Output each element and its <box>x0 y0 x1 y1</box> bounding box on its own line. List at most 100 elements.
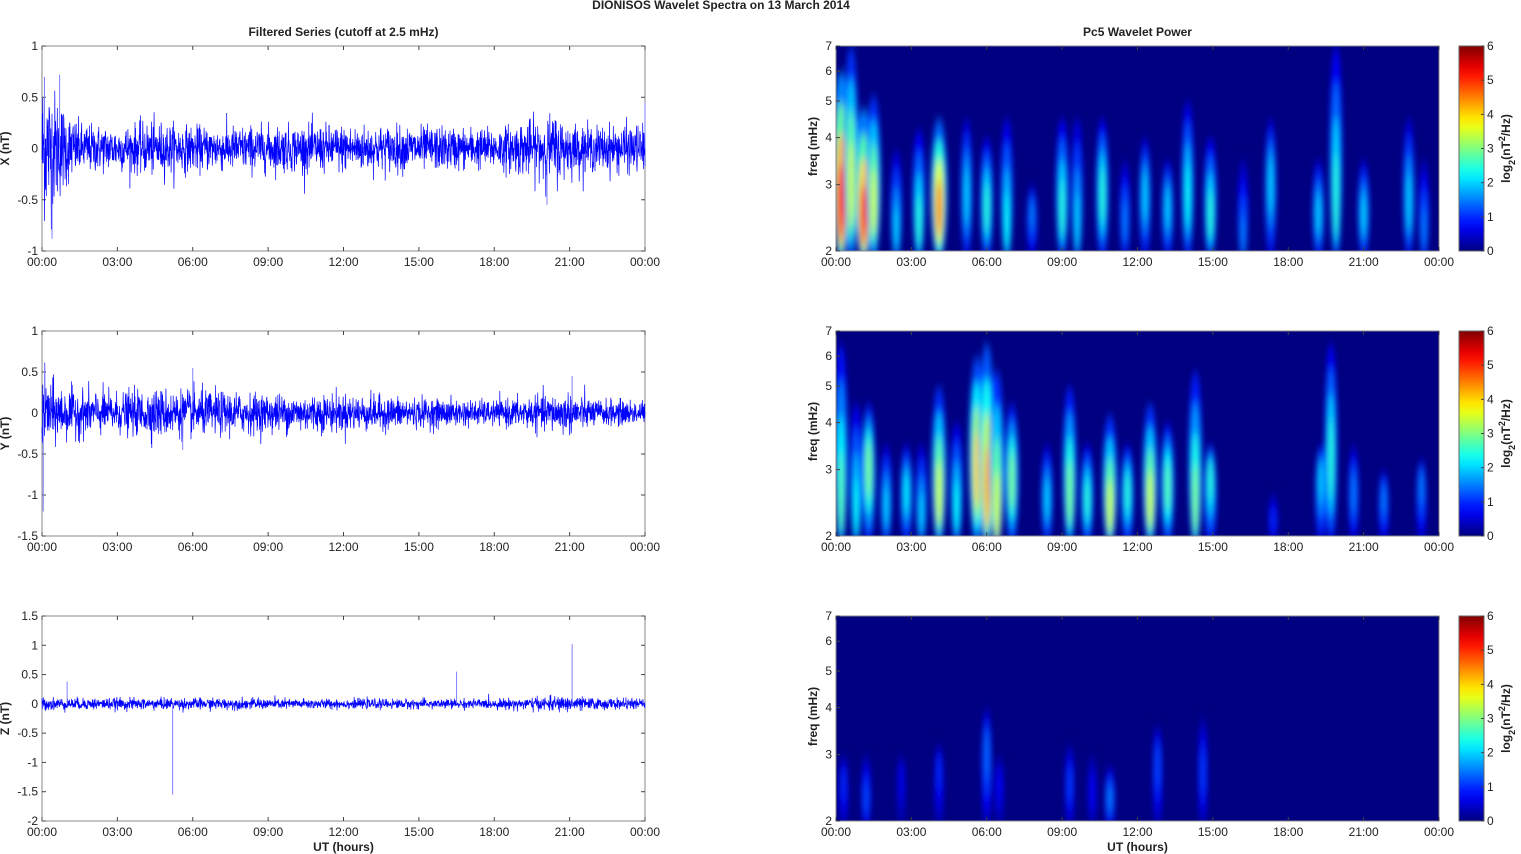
y-tick-label: 1 <box>31 39 38 53</box>
power-blob <box>837 163 845 240</box>
power-blob <box>1067 767 1072 802</box>
x-tick-label: 06:00 <box>972 540 1002 554</box>
power-blob <box>1090 775 1095 807</box>
power-blob <box>884 485 889 527</box>
colorbar-label: log2(nT2/Hz) <box>1497 114 1517 183</box>
power-blob <box>848 141 854 228</box>
power-blob <box>1009 452 1015 510</box>
power-blob <box>994 470 1000 536</box>
colorbar <box>1458 45 1485 252</box>
x-tick-label: 18:00 <box>479 825 509 839</box>
x-tick-label: 12:00 <box>328 825 358 839</box>
x-axis-label: UT (hours) <box>313 840 374 854</box>
power-blob <box>1100 167 1105 225</box>
power-blob <box>1192 463 1198 535</box>
x-tick-label: 00:00 <box>630 540 660 554</box>
power-blob <box>1208 189 1213 240</box>
power-blob <box>916 194 922 248</box>
y-tick-label: 3 <box>825 748 832 762</box>
y-tick-label: 0 <box>31 406 38 420</box>
plot-area <box>41 330 646 537</box>
colorbar-tick-label: 1 <box>1487 495 1494 509</box>
y-tick-label: 0.5 <box>21 668 38 682</box>
y-tick-label: 4 <box>825 701 832 715</box>
x-tick-label: 15:00 <box>404 825 434 839</box>
power-blob <box>1155 744 1160 788</box>
x-tick-label: 00:00 <box>630 825 660 839</box>
x-tick-label: 18:00 <box>479 255 509 269</box>
colorbar-tick-label: 3 <box>1487 427 1494 441</box>
x-tick-label: 21:00 <box>555 540 585 554</box>
y-tick-label: 5 <box>825 664 832 678</box>
x-tick-label: 06:00 <box>972 825 1002 839</box>
x-tick-label: 00:00 <box>821 540 851 554</box>
power-blob <box>1030 199 1034 230</box>
colorbar-tick-label: 2 <box>1487 176 1494 190</box>
x-tick-label: 15:00 <box>1198 540 1228 554</box>
x-tick-label: 12:00 <box>1122 825 1152 839</box>
colorbar-tick-label: 1 <box>1487 780 1494 794</box>
power-blob <box>866 441 872 499</box>
y-tick-label: 6 <box>825 349 832 363</box>
power-blob <box>1271 509 1275 531</box>
y-tick-label: -0.5 <box>17 726 38 740</box>
power-blob <box>1044 479 1050 520</box>
power-blob <box>1165 187 1170 229</box>
power-blob <box>973 431 980 508</box>
plot-area <box>41 615 646 822</box>
power-blob <box>1185 163 1190 228</box>
y-tick-label: 3 <box>825 463 832 477</box>
spectrogram-background <box>836 46 1439 251</box>
x-tick-label: 09:00 <box>1047 825 1077 839</box>
spectrogram-background <box>836 616 1439 821</box>
y-tick-label: -1 <box>27 755 38 769</box>
power-blob <box>1165 462 1171 512</box>
y-tick-label: 5 <box>825 94 832 108</box>
x-tick-label: 06:00 <box>178 825 208 839</box>
colorbar-tick-label: 4 <box>1487 677 1494 691</box>
y-tick-label: 7 <box>825 609 832 623</box>
power-blob <box>1125 472 1130 514</box>
x-tick-label: 15:00 <box>1198 255 1228 269</box>
plot-title: Filtered Series (cutoff at 2.5 mHz) <box>248 25 438 39</box>
power-blob <box>936 460 942 525</box>
power-blob <box>937 754 941 790</box>
power-blob <box>1075 192 1080 250</box>
power-blob <box>1147 470 1153 528</box>
x-tick-label: 00:00 <box>27 255 57 269</box>
colorbar-tick-label: 2 <box>1487 746 1494 760</box>
x-tick-label: 06:00 <box>178 255 208 269</box>
y-tick-label: 0.5 <box>21 90 38 104</box>
x-tick-label: 03:00 <box>102 825 132 839</box>
y-tick-label: 1.5 <box>21 609 38 623</box>
x-tick-label: 00:00 <box>821 255 851 269</box>
power-blob <box>1381 484 1386 515</box>
y-tick-label: 6 <box>825 64 832 78</box>
y-tick-label: 4 <box>825 416 832 430</box>
x-tick-label: 00:00 <box>1424 540 1454 554</box>
x-tick-label: 12:00 <box>1122 255 1152 269</box>
power-blob <box>1361 194 1366 235</box>
x-axis-label: UT (hours) <box>1107 840 1168 854</box>
y-tick-label: 4 <box>825 131 832 145</box>
power-blob <box>1004 192 1010 250</box>
figure: DIONISOS Wavelet Spectra on 13 March 201… <box>0 0 1517 854</box>
power-blob <box>1318 460 1324 502</box>
colorbar-tick-label: 0 <box>1487 814 1494 828</box>
x-tick-label: 06:00 <box>972 255 1002 269</box>
colorbar-tick-label: 0 <box>1487 244 1494 258</box>
x-tick-label: 00:00 <box>630 255 660 269</box>
colorbar-tick-label: 6 <box>1487 324 1494 338</box>
power-blob <box>1351 472 1356 514</box>
power-blob <box>1268 156 1273 214</box>
x-tick-label: 00:00 <box>27 825 57 839</box>
x-tick-label: 00:00 <box>27 540 57 554</box>
power-blob <box>1241 214 1245 251</box>
y-tick-label: 1 <box>31 324 38 338</box>
x-tick-label: 03:00 <box>102 540 132 554</box>
x-tick-label: 15:00 <box>404 255 434 269</box>
colorbar-label: log2(nT2/Hz) <box>1497 684 1517 753</box>
power-blob <box>954 481 959 531</box>
power-blob <box>1122 200 1127 242</box>
power-blob <box>853 477 859 535</box>
